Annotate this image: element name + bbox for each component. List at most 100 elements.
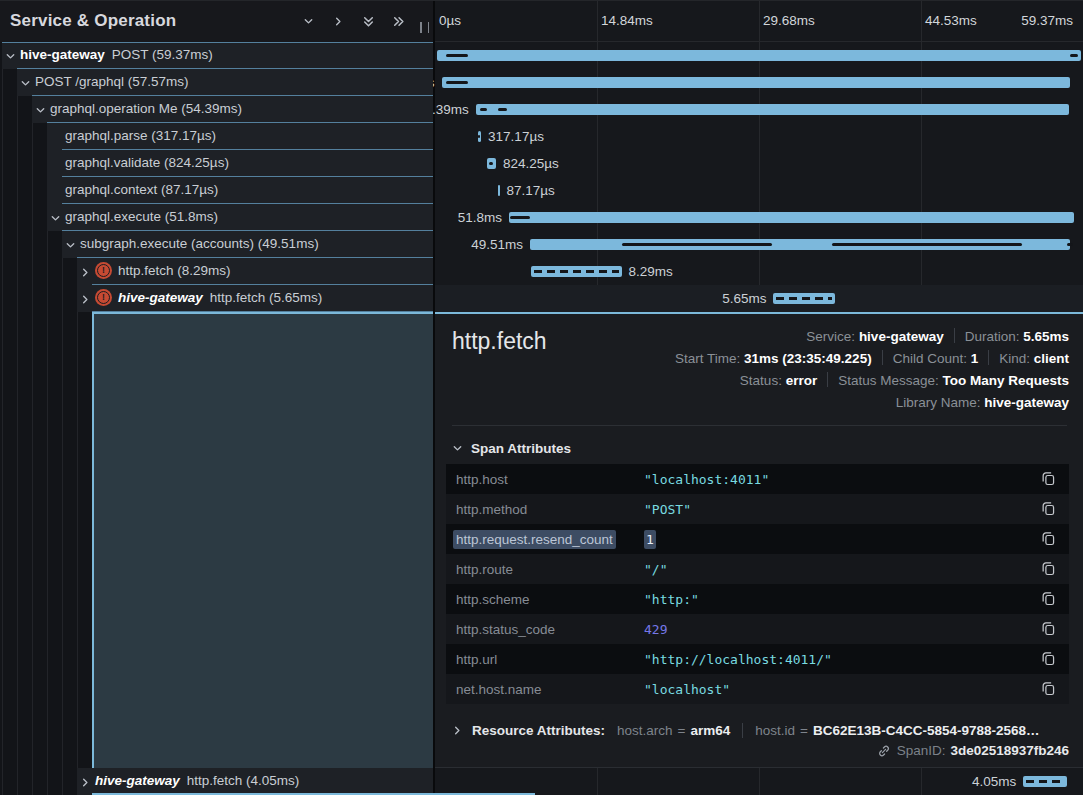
- self-time-segment: [832, 243, 1022, 246]
- operation-name: http.fetch (8.29ms): [118, 263, 231, 278]
- meta-line: Library Name: hive-gateway: [675, 392, 1069, 414]
- copy-icon[interactable]: [1041, 681, 1057, 697]
- span-duration-bar[interactable]: [476, 104, 1070, 115]
- timeline-row[interactable]: 54.39ms: [435, 96, 1083, 123]
- copy-icon[interactable]: [1041, 621, 1057, 637]
- copy-icon[interactable]: [1041, 651, 1057, 667]
- chevron-right-icon[interactable]: [80, 266, 91, 277]
- span-duration-bar[interactable]: [773, 293, 835, 304]
- meta-item: Status: error: [740, 373, 817, 388]
- meta-item: Service: hive-gateway: [806, 329, 943, 344]
- span-duration-bar[interactable]: [478, 131, 482, 142]
- span-row[interactable]: hive-gateway http.fetch (5.65ms): [77, 285, 433, 312]
- span-duration-bar[interactable]: [530, 239, 1070, 250]
- chevron-right-icon: [452, 725, 463, 736]
- timeline-row[interactable]: 59.37ms: [435, 42, 1083, 69]
- chevron-right-icon[interactable]: [80, 293, 91, 304]
- attribute-row[interactable]: http.url"http://localhost:4011/": [446, 644, 1069, 674]
- timeline-row[interactable]: 57.57ms: [435, 69, 1083, 96]
- span-duration-bar[interactable]: [437, 50, 1081, 61]
- indent-guide: [2, 42, 3, 795]
- error-icon: [95, 289, 112, 306]
- span-row[interactable]: hive-gatewayhttp.fetch (4.05ms): [77, 768, 433, 795]
- timeline-row[interactable]: 5.65ms: [435, 285, 1083, 312]
- chevron-right-icon[interactable]: [80, 776, 91, 787]
- meta-item: Library Name: hive-gateway: [896, 395, 1069, 410]
- chevron-down-icon[interactable]: [5, 50, 16, 61]
- ruler-tick: 29.68ms: [763, 0, 815, 42]
- copy-icon[interactable]: [1041, 471, 1057, 487]
- chevron-down-icon[interactable]: [65, 239, 76, 250]
- copy-icon[interactable]: [1041, 531, 1057, 547]
- span-attributes-table: http.host"localhost:4011"http.method"POS…: [446, 464, 1069, 704]
- operation-name: http.fetch (5.65ms): [210, 290, 323, 305]
- span-row[interactable]: graphql.context (87.17µs): [47, 177, 433, 204]
- self-time-segment: [622, 243, 773, 246]
- timeline-row[interactable]: 51.8ms: [435, 204, 1083, 231]
- copy-icon[interactable]: [1041, 591, 1057, 607]
- span-row[interactable]: http.fetch (8.29ms): [77, 258, 433, 285]
- span-row[interactable]: graphql.parse (317.17µs): [47, 123, 433, 150]
- span-row-label: graphql.operation Me (54.39ms): [50, 96, 242, 122]
- chevron-down-icon: [452, 443, 463, 454]
- span-duration-bar[interactable]: [1023, 776, 1067, 787]
- span-row[interactable]: POST /graphql (57.57ms): [17, 69, 433, 96]
- span-row[interactable]: hive-gatewayPOST (59.37ms): [2, 42, 433, 69]
- attribute-row[interactable]: http.host"localhost:4011": [446, 464, 1069, 494]
- attribute-row[interactable]: http.request.resend_count1: [446, 524, 1069, 554]
- ruler-tick: 44.53ms: [925, 0, 977, 42]
- span-duration-bar[interactable]: [487, 158, 496, 169]
- divider: [988, 350, 989, 365]
- span-row-label: graphql.execute (51.8ms): [65, 204, 218, 230]
- operation-name: graphql.context (87.17µs): [65, 182, 218, 197]
- timeline-row[interactable]: 4.05ms: [435, 768, 1083, 795]
- span-row[interactable]: graphql.operation Me (54.39ms): [32, 96, 433, 123]
- chevron-down-icon[interactable]: [35, 104, 46, 115]
- attribute-row[interactable]: http.scheme"http:": [446, 584, 1069, 614]
- attribute-value: "POST": [644, 502, 1041, 517]
- timeline-row[interactable]: 87.17µs: [435, 177, 1083, 204]
- span-duration-bar[interactable]: [531, 266, 622, 277]
- timeline-row[interactable]: 824.25µs: [435, 150, 1083, 177]
- divider: [954, 328, 955, 343]
- attribute-row[interactable]: net.host.name"localhost": [446, 674, 1069, 704]
- span-duration-bar[interactable]: [498, 185, 500, 196]
- bar-duration-label: 317.17µs: [488, 123, 544, 150]
- resource-attributes-label: Resource Attributes:: [472, 723, 605, 738]
- meta-item: Start Time: 31ms (23:35:49.225): [675, 351, 872, 366]
- ruler-tick: 14.84ms: [601, 0, 653, 42]
- expand-all-icon[interactable]: [390, 13, 406, 29]
- attribute-value: "localhost": [644, 682, 1041, 697]
- collapse-one-icon[interactable]: [300, 13, 316, 29]
- span-attributes-section[interactable]: Span Attributes: [452, 438, 1069, 458]
- attribute-row[interactable]: http.status_code429: [446, 614, 1069, 644]
- timeline-row[interactable]: 317.17µs: [435, 123, 1083, 150]
- span-duration-bar[interactable]: [509, 212, 1074, 223]
- span-duration-bar[interactable]: [442, 77, 1070, 88]
- bar-duration-label: 49.51ms: [471, 231, 523, 258]
- bar-duration-label: 8.29ms: [629, 258, 673, 285]
- attribute-value: 1: [644, 532, 1041, 547]
- span-row[interactable]: graphql.execute (51.8ms): [47, 204, 433, 231]
- attribute-row[interactable]: http.method"POST": [446, 494, 1069, 524]
- expand-one-icon[interactable]: [330, 13, 346, 29]
- service-name: hive-gateway: [118, 290, 203, 305]
- timeline-row[interactable]: 49.51ms: [435, 231, 1083, 258]
- meta-item: Status Message: Too Many Requests: [838, 373, 1069, 388]
- collapse-all-icon[interactable]: [360, 13, 376, 29]
- self-time-segment: [489, 162, 493, 165]
- chevron-down-icon[interactable]: [50, 212, 61, 223]
- attribute-value: "http://localhost:4011/": [644, 652, 1041, 667]
- span-row[interactable]: subgraph.execute (accounts) (49.51ms): [62, 231, 433, 258]
- span-detail-panel: http.fetch Service: hive-gatewayDuration…: [435, 312, 1083, 768]
- chevron-down-icon[interactable]: [20, 77, 31, 88]
- copy-icon[interactable]: [1041, 561, 1057, 577]
- span-row[interactable]: graphql.validate (824.25µs): [47, 150, 433, 177]
- timeline-row[interactable]: 8.29ms: [435, 258, 1083, 285]
- attribute-value: "/": [644, 562, 1041, 577]
- attribute-row[interactable]: http.route"/": [446, 554, 1069, 584]
- resource-attributes-row[interactable]: Resource Attributes:host.arch=arm64host.…: [452, 717, 1069, 743]
- panel-resize-handle[interactable]: [420, 22, 429, 35]
- copy-icon[interactable]: [1041, 501, 1057, 517]
- bar-duration-label: 5.65ms: [722, 285, 766, 312]
